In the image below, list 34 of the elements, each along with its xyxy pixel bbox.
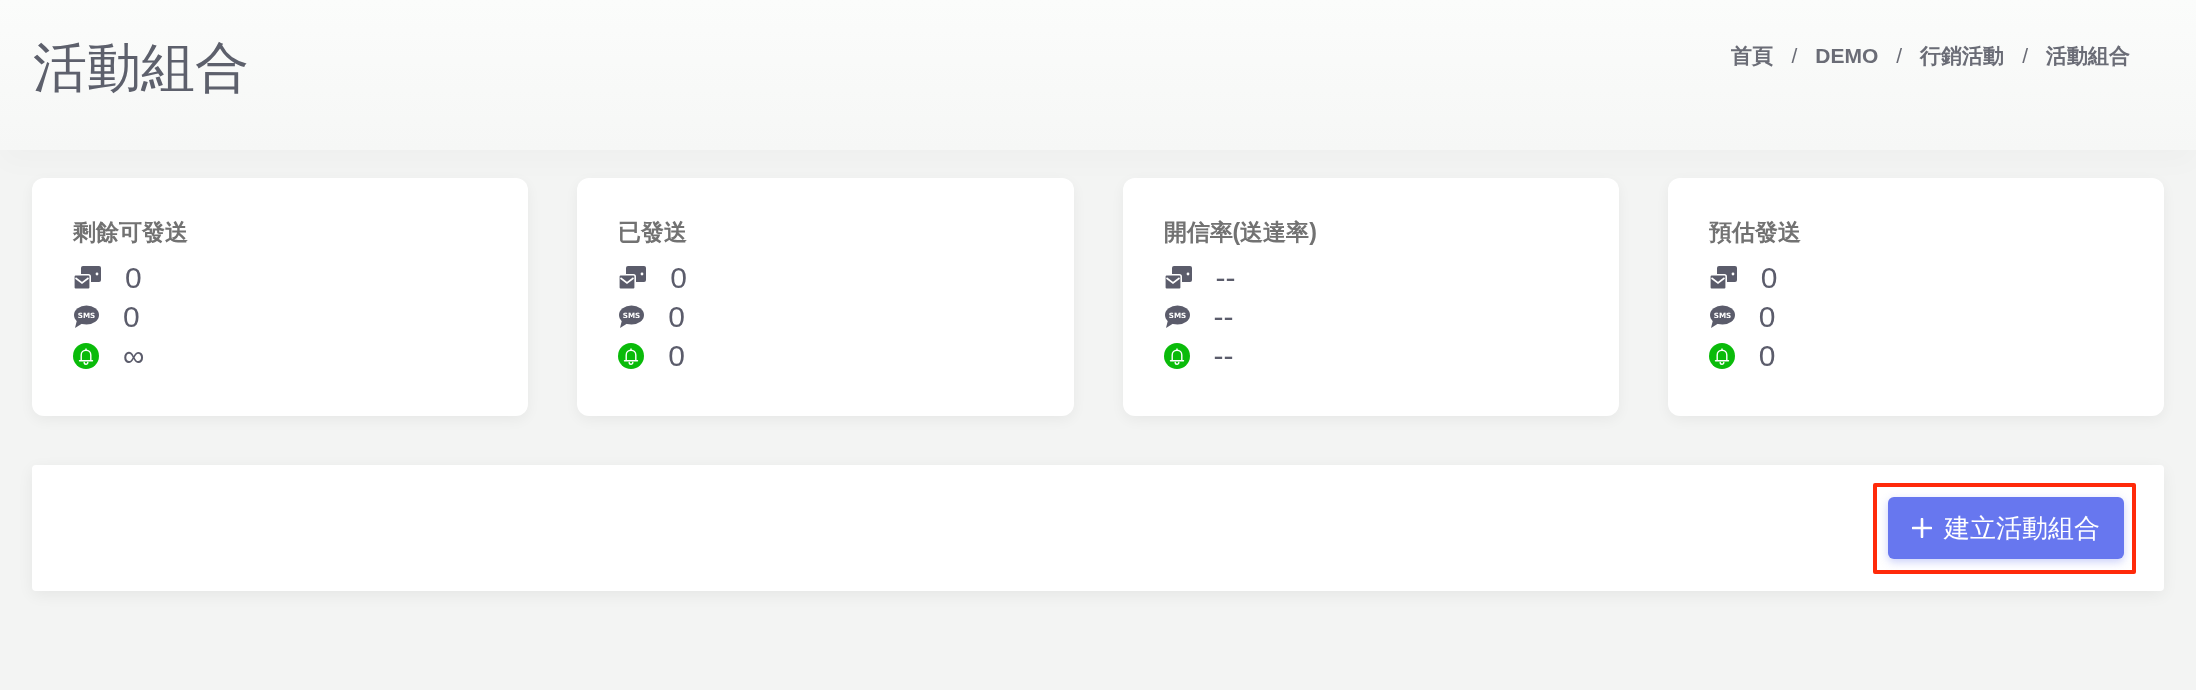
breadcrumb-link[interactable]: 行銷活動 xyxy=(1920,42,2005,70)
stat-value: 0 xyxy=(1760,260,1778,295)
stat-value: 0 xyxy=(123,299,140,334)
card-title: 已發送 xyxy=(618,218,688,247)
card-title: 剩餘可發送 xyxy=(73,218,188,247)
breadcrumb-separator: / xyxy=(1896,44,1903,68)
plus-icon xyxy=(1912,518,1932,538)
stat-value: -- xyxy=(1213,299,1234,334)
card-title: 預估發送 xyxy=(1708,218,1801,247)
breadcrumb-separator: / xyxy=(1791,44,1798,68)
stat-value: 0 xyxy=(125,260,142,295)
bell-icon xyxy=(1708,342,1735,369)
page-title: 活動組合 xyxy=(33,36,249,99)
breadcrumb-link[interactable]: 首頁 xyxy=(1731,42,1774,70)
create-button[interactable]: 建立活動組合 xyxy=(1888,497,2124,559)
stat-value: 0 xyxy=(670,260,687,295)
stat-value: -- xyxy=(1215,260,1236,295)
breadcrumb-link[interactable]: DEMO xyxy=(1815,44,1879,68)
stat-value: 0 xyxy=(1758,338,1776,373)
bell-icon xyxy=(1163,342,1190,369)
stat-value: ∞ xyxy=(123,338,145,373)
stat-value: 0 xyxy=(1758,299,1776,334)
bell-icon xyxy=(618,342,645,369)
stat-value: -- xyxy=(1213,338,1234,373)
breadcrumb-current: 活動組合 xyxy=(2046,43,2130,69)
envelope-device-icon xyxy=(73,265,101,290)
envelope-device-icon xyxy=(1708,265,1737,290)
breadcrumb-separator: / xyxy=(2022,44,2028,68)
envelope-device-icon xyxy=(1163,265,1192,290)
bell-icon xyxy=(73,342,99,369)
card-title: 開信率(送達率) xyxy=(1163,218,1317,247)
envelope-device-icon xyxy=(618,265,647,290)
stat-value: 0 xyxy=(668,338,685,373)
stat-value: 0 xyxy=(668,299,685,334)
